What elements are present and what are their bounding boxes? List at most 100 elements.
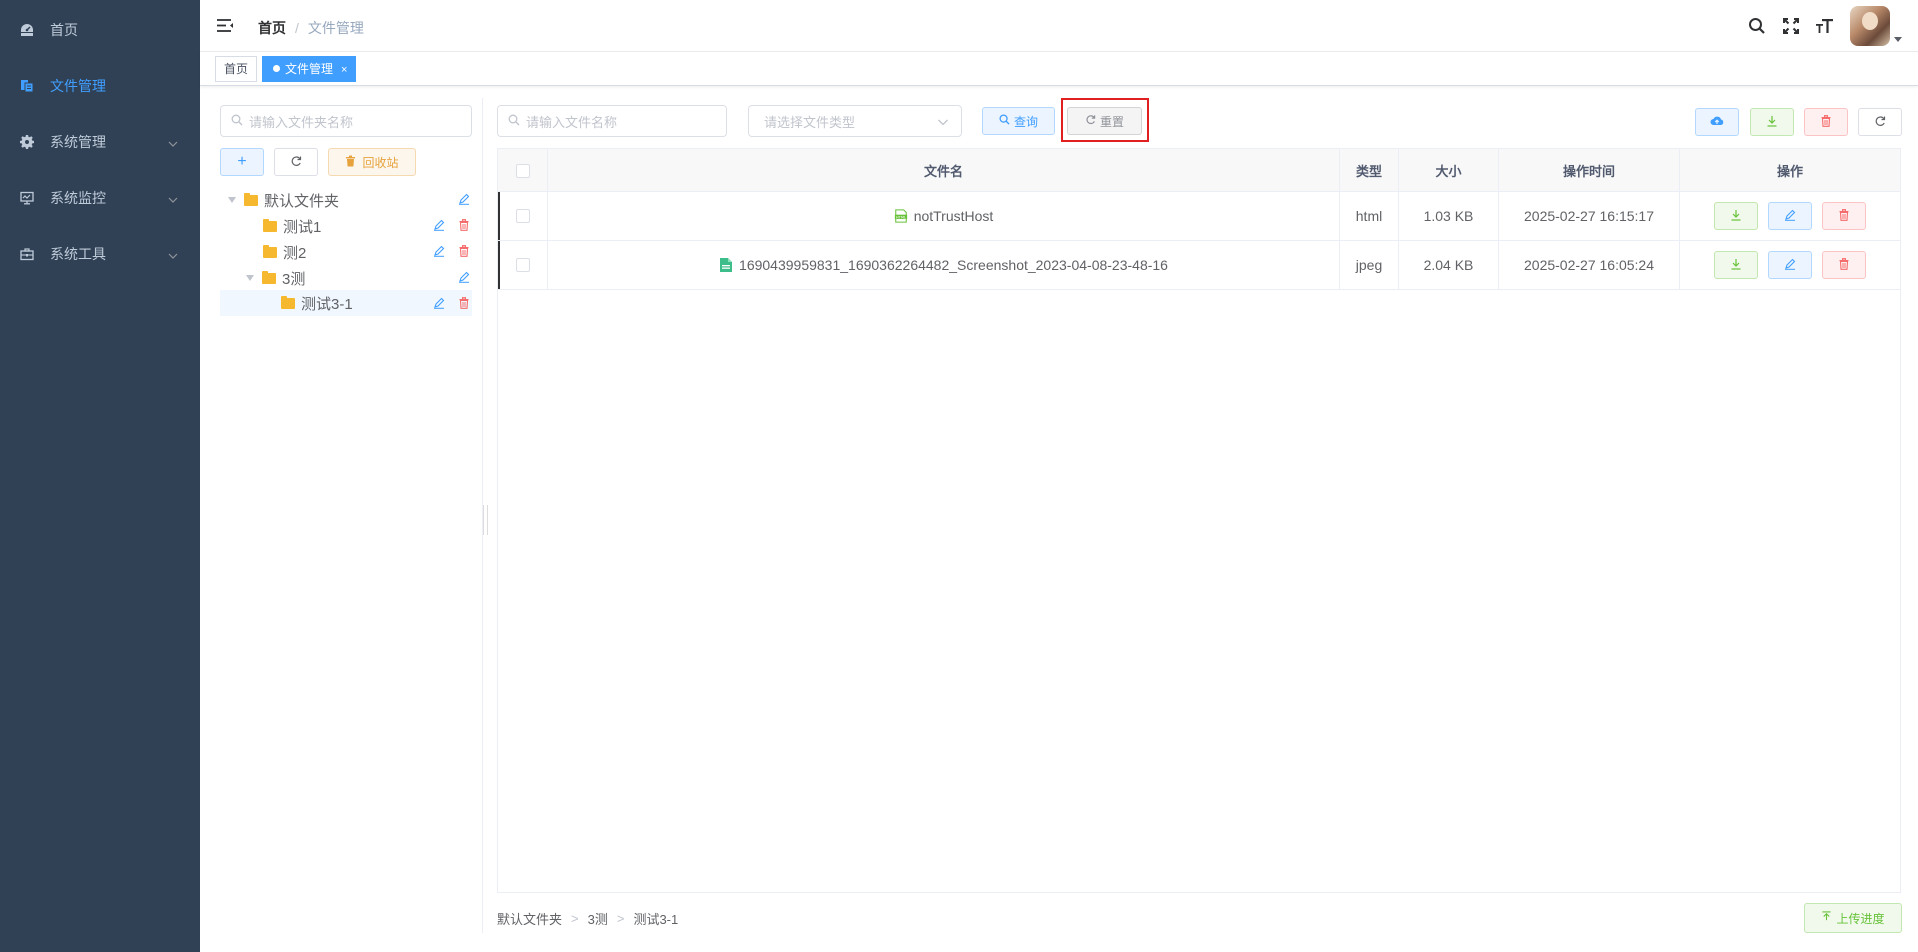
edit-icon[interactable] bbox=[433, 245, 445, 257]
avatar[interactable] bbox=[1850, 6, 1890, 46]
file-time-cell: 2025-02-27 16:05:24 bbox=[1499, 241, 1680, 289]
sidebar-item-label: 首页 bbox=[50, 22, 78, 38]
path-separator: > bbox=[571, 911, 579, 926]
file-type-cell: html bbox=[1340, 192, 1399, 240]
sidebar-item-system-monitor[interactable]: 系统监控 bbox=[0, 170, 200, 226]
navbar: 首页 / 文件管理 bbox=[200, 0, 1918, 52]
path-item[interactable]: 测试3-1 bbox=[633, 909, 678, 928]
refresh-table-button[interactable] bbox=[1858, 108, 1902, 136]
edit-icon[interactable] bbox=[458, 193, 470, 205]
upload-progress-label: 上传进度 bbox=[1836, 911, 1885, 926]
row-delete-button[interactable] bbox=[1822, 251, 1866, 279]
path-item[interactable]: 3测 bbox=[588, 909, 608, 928]
sidebar-item-system-management[interactable]: 系统管理 bbox=[0, 114, 200, 170]
edit-icon[interactable] bbox=[433, 219, 445, 231]
image-file-icon bbox=[719, 257, 733, 273]
download-button[interactable] bbox=[1750, 108, 1794, 136]
refresh-tree-button[interactable] bbox=[274, 148, 318, 176]
folder-icon bbox=[281, 295, 295, 309]
folder-search-placeholder: 请输入文件夹名称 bbox=[249, 114, 354, 130]
delete-icon[interactable] bbox=[458, 245, 470, 257]
reset-button-label: 重置 bbox=[1099, 114, 1124, 129]
column-header-time[interactable]: 操作时间 bbox=[1499, 149, 1680, 192]
folder-icon bbox=[263, 244, 277, 258]
column-header-name[interactable]: 文件名 bbox=[548, 149, 1340, 192]
row-delete-button[interactable] bbox=[1822, 202, 1866, 230]
edit-icon[interactable] bbox=[458, 271, 470, 283]
upload-progress-button[interactable]: 上传进度 bbox=[1804, 903, 1902, 933]
row-edit-button[interactable] bbox=[1768, 202, 1812, 230]
add-folder-button[interactable]: + bbox=[220, 148, 264, 176]
tree-node-label: 3测 bbox=[282, 270, 306, 288]
tree-node-label: 测试1 bbox=[283, 218, 322, 236]
search-button[interactable]: 查询 bbox=[982, 107, 1055, 135]
fullscreen-icon[interactable] bbox=[1774, 0, 1808, 52]
delete-icon bbox=[1838, 208, 1850, 224]
path-separator: > bbox=[616, 911, 625, 926]
file-name-cell[interactable]: HTML notTrustHost bbox=[548, 192, 1340, 240]
chevron-down-icon bbox=[168, 136, 178, 147]
breadcrumb: 首页 / 文件管理 bbox=[258, 18, 364, 38]
gear-icon bbox=[20, 135, 34, 149]
refresh-icon bbox=[1085, 114, 1096, 128]
sidebar-item-home[interactable]: 首页 bbox=[0, 2, 200, 58]
recycle-bin-button[interactable]: 回收站 bbox=[328, 148, 416, 176]
tag-file-management[interactable]: 文件管理 × bbox=[262, 56, 357, 82]
upload-button[interactable] bbox=[1695, 108, 1739, 136]
trash-icon bbox=[345, 155, 356, 170]
hamburger-menu-icon[interactable] bbox=[216, 16, 236, 36]
batch-delete-button[interactable] bbox=[1804, 108, 1848, 136]
file-name: notTrustHost bbox=[913, 208, 994, 224]
row-download-button[interactable] bbox=[1714, 202, 1758, 230]
font-size-icon[interactable] bbox=[1808, 0, 1842, 52]
tree-node-default-folder[interactable]: 默认文件夹 bbox=[228, 187, 472, 213]
file-search-input[interactable]: 请输入文件名称 bbox=[497, 105, 727, 137]
breadcrumb-home[interactable]: 首页 bbox=[258, 18, 286, 38]
select-all-cell bbox=[498, 149, 548, 192]
tag-home[interactable]: 首页 bbox=[215, 56, 258, 82]
chevron-down-icon bbox=[168, 248, 178, 259]
chevron-down-icon bbox=[168, 192, 178, 203]
delete-icon[interactable] bbox=[458, 219, 470, 231]
file-type-select[interactable]: 请选择文件类型 bbox=[748, 105, 962, 137]
file-type-placeholder: 请选择文件类型 bbox=[764, 114, 856, 130]
folder-icon bbox=[262, 270, 276, 284]
folder-search-input[interactable]: 请输入文件夹名称 bbox=[220, 105, 472, 137]
delete-icon[interactable] bbox=[458, 297, 470, 309]
select-all-checkbox[interactable] bbox=[515, 163, 530, 178]
row-edit-button[interactable] bbox=[1768, 251, 1812, 279]
tree-node-actions bbox=[445, 193, 470, 205]
expand-arrow-icon[interactable] bbox=[228, 197, 236, 203]
splitter-drag-handle[interactable] bbox=[483, 505, 488, 535]
recycle-bin-label: 回收站 bbox=[362, 155, 399, 170]
search-button-label: 查询 bbox=[1013, 114, 1038, 129]
file-table: 文件名 类型 大小 操作时间 操作 HTML notTrustHost html… bbox=[497, 148, 1901, 893]
table-row[interactable]: 1690439959831_1690362264482_Screenshot_2… bbox=[498, 241, 1900, 290]
chevron-down-icon bbox=[937, 116, 949, 131]
search-icon[interactable] bbox=[1740, 0, 1774, 52]
refresh-icon bbox=[290, 155, 302, 170]
file-name-cell[interactable]: 1690439959831_1690362264482_Screenshot_2… bbox=[548, 241, 1340, 289]
sidebar-item-file-management[interactable]: 文件管理 bbox=[0, 58, 200, 114]
caret-down-icon[interactable] bbox=[1894, 36, 1902, 42]
edit-icon[interactable] bbox=[433, 297, 445, 309]
expand-arrow-icon[interactable] bbox=[246, 275, 254, 281]
row-checkbox[interactable] bbox=[515, 258, 530, 272]
tree-node-3ce[interactable]: 3测 bbox=[246, 265, 466, 291]
sidebar-item-system-tools[interactable]: 系统工具 bbox=[0, 226, 200, 282]
delete-icon bbox=[1838, 257, 1850, 273]
path-item[interactable]: 默认文件夹 bbox=[497, 909, 562, 928]
reset-button[interactable]: 重置 bbox=[1067, 107, 1142, 135]
file-size-cell: 1.03 KB bbox=[1399, 192, 1499, 240]
column-header-type[interactable]: 类型 bbox=[1340, 149, 1399, 192]
close-icon[interactable]: × bbox=[341, 64, 347, 76]
sidebar-item-label: 系统管理 bbox=[50, 134, 106, 150]
tree-node-label: 默认文件夹 bbox=[264, 192, 340, 210]
table-row[interactable]: HTML notTrustHost html 1.03 KB 2025-02-2… bbox=[498, 192, 1900, 241]
row-checkbox[interactable] bbox=[515, 209, 530, 223]
column-header-size[interactable]: 大小 bbox=[1399, 149, 1499, 192]
file-name: 1690439959831_1690362264482_Screenshot_2… bbox=[739, 257, 1168, 273]
download-icon bbox=[1730, 209, 1742, 224]
row-download-button[interactable] bbox=[1714, 251, 1758, 279]
file-search-placeholder: 请输入文件名称 bbox=[526, 114, 618, 130]
